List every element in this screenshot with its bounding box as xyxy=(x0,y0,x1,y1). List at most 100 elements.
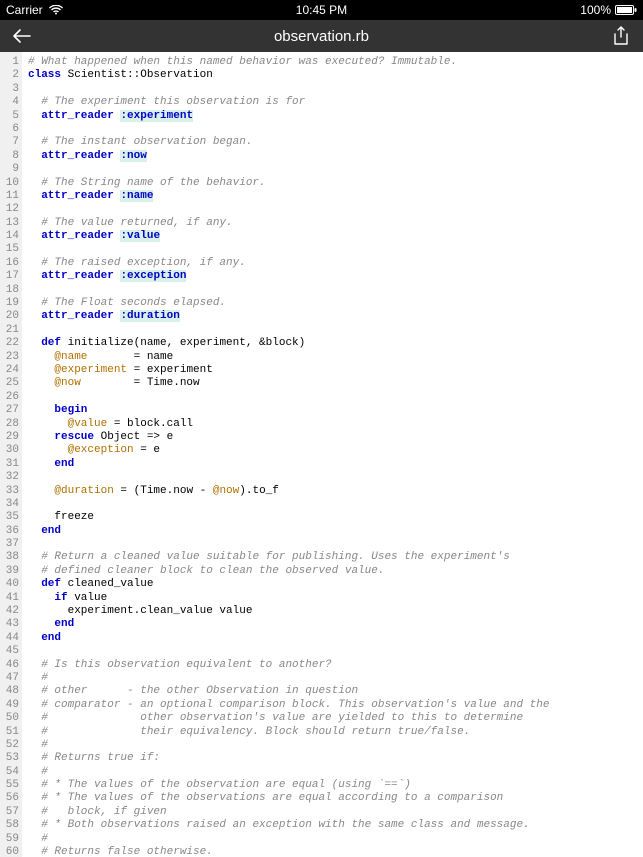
code-line: end xyxy=(28,618,639,631)
line-number: 10 xyxy=(0,177,19,190)
status-left: Carrier xyxy=(6,3,63,17)
code-line: # Returns true if: xyxy=(28,752,639,765)
code-line: end xyxy=(28,525,639,538)
code-line: # * Both observations raised an exceptio… xyxy=(28,819,639,832)
code-content[interactable]: # What happened when this named behavior… xyxy=(22,52,643,857)
line-number: 46 xyxy=(0,659,19,672)
code-line: # * The values of the observations are e… xyxy=(28,792,639,805)
line-number: 18 xyxy=(0,284,19,297)
line-number: 47 xyxy=(0,672,19,685)
line-number: 45 xyxy=(0,645,19,658)
code-line: # xyxy=(28,833,639,846)
code-line: @now = Time.now xyxy=(28,377,639,390)
code-line: if value xyxy=(28,592,639,605)
line-number: 20 xyxy=(0,310,19,323)
line-number: 12 xyxy=(0,203,19,216)
code-line: # The Float seconds elapsed. xyxy=(28,297,639,310)
code-line: attr_reader :name xyxy=(28,190,639,203)
code-line: class Scientist::Observation xyxy=(28,69,639,82)
code-line: freeze xyxy=(28,511,639,524)
code-line: @name = name xyxy=(28,351,639,364)
line-number: 57 xyxy=(0,806,19,819)
code-line xyxy=(28,645,639,658)
line-number: 58 xyxy=(0,819,19,832)
code-line: attr_reader :exception xyxy=(28,270,639,283)
line-number: 28 xyxy=(0,418,19,431)
code-line: attr_reader :experiment xyxy=(28,110,639,123)
code-line: attr_reader :duration xyxy=(28,310,639,323)
code-line: def cleaned_value xyxy=(28,578,639,591)
code-line: experiment.clean_value value xyxy=(28,605,639,618)
code-line: # block, if given xyxy=(28,806,639,819)
code-line: # Is this observation equivalent to anot… xyxy=(28,659,639,672)
nav-bar: observation.rb xyxy=(0,20,643,52)
line-number: 24 xyxy=(0,364,19,377)
code-line: rescue Object => e xyxy=(28,431,639,444)
line-number: 42 xyxy=(0,605,19,618)
code-editor[interactable]: 1234567891011121314151617181920212223242… xyxy=(0,52,643,857)
line-number: 16 xyxy=(0,257,19,270)
line-number: 41 xyxy=(0,592,19,605)
line-number: 38 xyxy=(0,551,19,564)
code-line: # The experiment this observation is for xyxy=(28,96,639,109)
line-number: 43 xyxy=(0,618,19,631)
line-number: 17 xyxy=(0,270,19,283)
line-number: 54 xyxy=(0,766,19,779)
code-line: # other - the other Observation in quest… xyxy=(28,685,639,698)
line-number: 37 xyxy=(0,538,19,551)
code-line: @exception = e xyxy=(28,444,639,457)
carrier-label: Carrier xyxy=(6,3,43,17)
line-number: 3 xyxy=(0,83,19,96)
line-number: 7 xyxy=(0,136,19,149)
line-number: 31 xyxy=(0,458,19,471)
line-number: 50 xyxy=(0,712,19,725)
status-right: 100% xyxy=(580,3,637,17)
line-number: 60 xyxy=(0,846,19,857)
line-number: 33 xyxy=(0,485,19,498)
code-line: # comparator - an optional comparison bl… xyxy=(28,699,639,712)
line-number: 39 xyxy=(0,565,19,578)
line-number: 26 xyxy=(0,391,19,404)
line-number: 59 xyxy=(0,833,19,846)
code-line: # What happened when this named behavior… xyxy=(28,56,639,69)
code-line: # The instant observation began. xyxy=(28,136,639,149)
line-number: 6 xyxy=(0,123,19,136)
code-line xyxy=(28,163,639,176)
line-number: 22 xyxy=(0,337,19,350)
code-line: def initialize(name, experiment, &block) xyxy=(28,337,639,350)
line-number: 44 xyxy=(0,632,19,645)
code-line xyxy=(28,243,639,256)
code-line: # * The values of the observation are eq… xyxy=(28,779,639,792)
line-number: 13 xyxy=(0,217,19,230)
line-number: 15 xyxy=(0,243,19,256)
line-number: 48 xyxy=(0,685,19,698)
code-line: attr_reader :now xyxy=(28,150,639,163)
line-number: 11 xyxy=(0,190,19,203)
code-line: # Return a cleaned value suitable for pu… xyxy=(28,551,639,564)
line-number: 4 xyxy=(0,96,19,109)
line-number: 32 xyxy=(0,471,19,484)
code-line xyxy=(28,471,639,484)
code-line: # The value returned, if any. xyxy=(28,217,639,230)
code-line: end xyxy=(28,632,639,645)
code-line: # other observation's value are yielded … xyxy=(28,712,639,725)
code-line xyxy=(28,83,639,96)
code-line xyxy=(28,203,639,216)
line-number: 9 xyxy=(0,163,19,176)
back-button[interactable] xyxy=(10,28,34,44)
line-number: 25 xyxy=(0,377,19,390)
line-number: 55 xyxy=(0,779,19,792)
status-bar: Carrier 10:45 PM 100% xyxy=(0,0,643,20)
line-number: 21 xyxy=(0,324,19,337)
code-line: end xyxy=(28,458,639,471)
share-button[interactable] xyxy=(609,26,633,46)
code-line: @duration = (Time.now - @now).to_f xyxy=(28,485,639,498)
line-number: 40 xyxy=(0,578,19,591)
wifi-icon xyxy=(49,5,63,15)
code-line xyxy=(28,391,639,404)
line-number: 29 xyxy=(0,431,19,444)
line-number-gutter: 1234567891011121314151617181920212223242… xyxy=(0,52,22,857)
line-number: 23 xyxy=(0,351,19,364)
line-number: 49 xyxy=(0,699,19,712)
code-line: # The String name of the behavior. xyxy=(28,177,639,190)
